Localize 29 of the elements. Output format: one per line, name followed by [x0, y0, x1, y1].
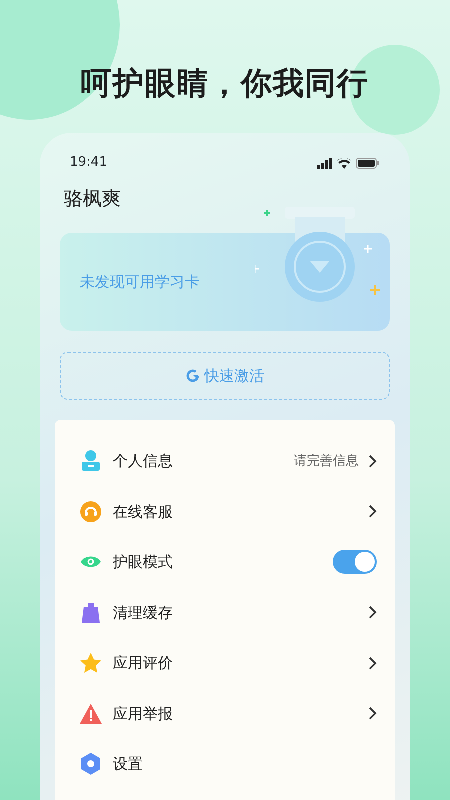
chevron-icon: [369, 606, 377, 620]
menu-item[interactable]: 清理缓存: [113, 602, 359, 624]
wifi-icon: [337, 158, 352, 169]
menu-item[interactable]: 护眼模式: [113, 551, 323, 574]
refresh-icon: [186, 369, 200, 384]
menu-item[interactable]: 在线客服: [113, 500, 359, 524]
menu-item[interactable]: 应用举报: [113, 702, 359, 726]
user-name: 骆枫爽: [64, 188, 121, 210]
chevron-icon: [369, 454, 377, 468]
warning-icon: [80, 704, 102, 724]
headline: 呵护眼睛，你我同行: [81, 66, 369, 102]
chevron-icon: [369, 505, 377, 518]
status-time: 19:41: [70, 154, 108, 172]
battery-icon: [356, 158, 380, 169]
menu-item[interactable]: 设置: [113, 753, 377, 776]
card-message: 未发现可用学习卡: [80, 272, 200, 294]
signal-icon: [317, 158, 333, 169]
chevron-icon: [369, 656, 377, 670]
eye-icon: [80, 555, 102, 570]
toggle-switch[interactable]: [333, 550, 377, 574]
menu-item[interactable]: 个人信息: [113, 450, 284, 473]
settings-icon: [80, 753, 102, 776]
bag-icon: [82, 602, 100, 623]
person-icon: [81, 450, 101, 472]
chevron-icon: [369, 707, 377, 720]
menu-item[interactable]: 应用评价: [113, 652, 359, 675]
star-icon: [80, 652, 102, 674]
menu-value: 请完善信息: [294, 452, 359, 471]
headset-icon: [80, 500, 102, 523]
